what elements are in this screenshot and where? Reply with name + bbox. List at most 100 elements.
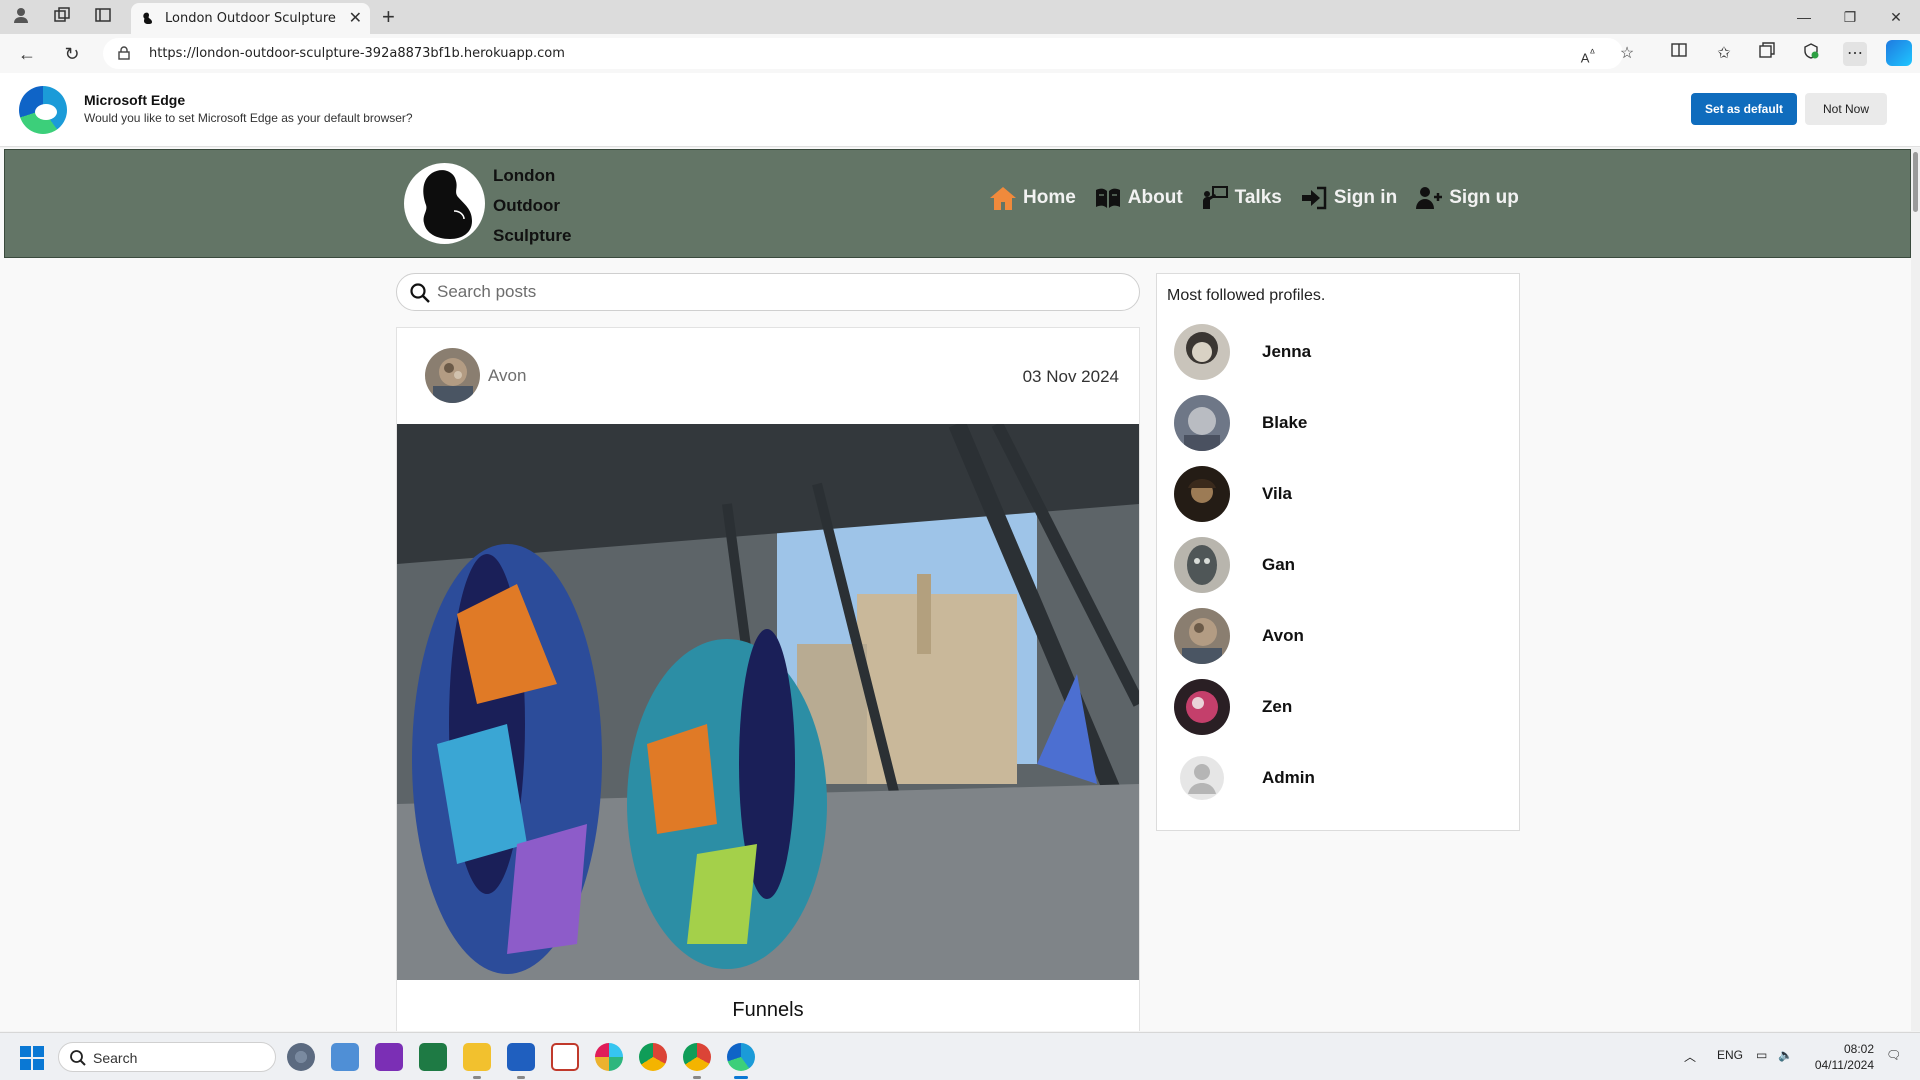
not-now-button[interactable]: Not Now	[1805, 93, 1887, 125]
sign-in-icon	[1301, 186, 1327, 210]
book-icon	[1095, 188, 1120, 208]
remote-desktop-app-icon[interactable]	[331, 1043, 359, 1071]
default-browser-prompt: Microsoft Edge Would you like to set Mic…	[0, 73, 1920, 147]
show-hidden-icons-icon[interactable]: ︿	[1684, 1048, 1696, 1065]
favorites-icon[interactable]: ✩	[1712, 42, 1736, 66]
post-image[interactable]	[397, 424, 1139, 980]
profile-item[interactable]: Zen	[1174, 679, 1504, 737]
windows-taskbar: Search ︿ ENG ▭ 🔈 08:02 04/11/2024 🗨	[0, 1032, 1920, 1080]
language-indicator[interactable]: ENG	[1717, 1048, 1743, 1062]
edge-app-icon[interactable]	[727, 1043, 755, 1071]
prompt-title: Microsoft Edge	[84, 92, 186, 108]
post-title[interactable]: Funnels	[397, 999, 1139, 1022]
nav-sign-up[interactable]: Sign up	[1415, 185, 1519, 211]
browser-tab[interactable]: London Outdoor Sculpture ✕	[131, 3, 370, 34]
nav-sign-in-label: Sign in	[1333, 187, 1398, 208]
vertical-tabs-icon[interactable]	[92, 6, 114, 28]
restore-icon[interactable]: ❐	[1830, 6, 1870, 28]
chrome-app-icon[interactable]	[683, 1043, 711, 1071]
browser-essentials-icon[interactable]	[1799, 42, 1823, 66]
avatar[interactable]	[425, 348, 480, 403]
profile-name[interactable]: Blake	[1262, 413, 1307, 433]
nav-talks-label: Talks	[1234, 187, 1282, 208]
taskbar-search[interactable]: Search	[58, 1042, 276, 1072]
collections-icon[interactable]	[1755, 42, 1779, 66]
minimize-icon[interactable]: —	[1784, 6, 1824, 28]
avatar[interactable]	[1174, 750, 1230, 806]
split-screen-icon[interactable]	[1667, 42, 1691, 66]
address-bar[interactable]: https://london-outdoor-sculpture-392a887…	[103, 38, 1623, 69]
system-clock[interactable]: 08:02 04/11/2024	[1806, 1041, 1874, 1073]
lock-icon	[118, 46, 130, 60]
nav-about-label: About	[1127, 187, 1183, 208]
nav-home[interactable]: Home	[989, 185, 1076, 211]
profile-icon[interactable]	[10, 6, 32, 28]
nav-home-label: Home	[1023, 187, 1076, 208]
post-owner[interactable]: Avon	[488, 366, 526, 386]
profile-name[interactable]: Admin	[1262, 768, 1315, 788]
nav-sign-in[interactable]: Sign in	[1300, 185, 1397, 211]
scrollbar-thumb[interactable]	[1913, 152, 1918, 212]
sidebar-heading: Most followed profiles.	[1167, 287, 1326, 304]
post-date: 03 Nov 2024	[1022, 367, 1119, 386]
profile-name[interactable]: Gan	[1262, 555, 1295, 575]
profile-item[interactable]: Vila	[1174, 466, 1504, 524]
profile-item[interactable]: Blake	[1174, 395, 1504, 453]
nav-about[interactable]: About	[1094, 185, 1183, 211]
slack-app-icon[interactable]	[595, 1043, 623, 1071]
avatar[interactable]	[1174, 679, 1230, 735]
brand-line: Outdoor	[493, 196, 561, 215]
profile-name[interactable]: Zen	[1262, 697, 1292, 717]
profile-item[interactable]: Avon	[1174, 608, 1504, 666]
brand-name[interactable]: London Outdoor Sculpture	[493, 161, 583, 251]
profile-item[interactable]: Admin	[1174, 750, 1504, 808]
avatar[interactable]	[1174, 324, 1230, 380]
nav-talks[interactable]: Talks	[1201, 185, 1282, 211]
user-plus-icon	[1416, 187, 1443, 209]
excel-app-icon[interactable]	[419, 1043, 447, 1071]
chrome-app-icon[interactable]	[639, 1043, 667, 1071]
search-input[interactable]	[437, 282, 1127, 302]
tab-close-icon[interactable]: ✕	[349, 8, 362, 28]
taskbar-search-label: Search	[93, 1050, 138, 1066]
avatar[interactable]	[1174, 395, 1230, 451]
avatar[interactable]	[1174, 466, 1230, 522]
profile-item[interactable]: Gan	[1174, 537, 1504, 595]
settings-app-icon[interactable]	[287, 1043, 315, 1071]
word-app-icon[interactable]	[507, 1043, 535, 1071]
refresh-icon[interactable]: ↻	[60, 42, 84, 66]
clock-date: 04/11/2024	[1814, 1058, 1874, 1072]
settings-menu-icon[interactable]: ⋯	[1843, 42, 1867, 66]
talk-icon	[1202, 186, 1228, 209]
onenote-app-icon[interactable]	[375, 1043, 403, 1071]
profile-item[interactable]: Jenna	[1174, 324, 1504, 382]
snipping-tool-app-icon[interactable]	[551, 1043, 579, 1071]
set-as-default-button[interactable]: Set as default	[1691, 93, 1797, 125]
network-icon[interactable]: ▭	[1756, 1048, 1767, 1062]
read-aloud-icon[interactable]: Aᐞ	[1576, 42, 1600, 66]
running-indicator	[693, 1076, 701, 1079]
favorite-star-icon[interactable]: ☆	[1615, 42, 1639, 66]
thinker-logo-icon[interactable]	[404, 163, 485, 244]
running-indicator	[517, 1076, 525, 1079]
search-bar[interactable]	[396, 273, 1140, 311]
workspaces-icon[interactable]	[51, 6, 73, 28]
copilot-icon[interactable]	[1886, 40, 1912, 66]
start-icon[interactable]	[20, 1046, 44, 1070]
profile-name[interactable]: Jenna	[1262, 342, 1311, 362]
search-icon	[410, 283, 430, 303]
back-icon[interactable]: ←	[15, 42, 39, 66]
most-followed-profiles: Most followed profiles. Jenna Blake Vila…	[1156, 273, 1520, 831]
volume-icon[interactable]: 🔈	[1778, 1048, 1793, 1062]
url-text[interactable]: https://london-outdoor-sculpture-392a887…	[149, 46, 565, 61]
avatar[interactable]	[1174, 608, 1230, 664]
running-indicator	[473, 1076, 481, 1079]
page-scrollbar[interactable]	[1911, 148, 1920, 1031]
file-explorer-app-icon[interactable]	[463, 1043, 491, 1071]
new-tab-icon[interactable]: +	[382, 4, 395, 30]
profile-name[interactable]: Avon	[1262, 626, 1304, 646]
close-window-icon[interactable]: ✕	[1876, 6, 1916, 28]
notifications-icon[interactable]: 🗨	[1886, 1048, 1901, 1062]
profile-name[interactable]: Vila	[1262, 484, 1292, 504]
avatar[interactable]	[1174, 537, 1230, 593]
